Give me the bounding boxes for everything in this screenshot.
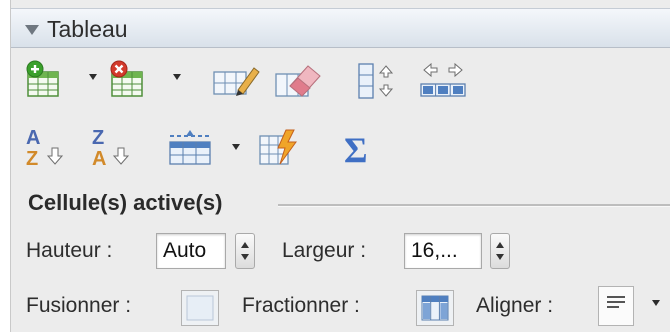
sort-ascending-icon[interactable]: A Z	[22, 124, 66, 170]
distribute-columns-icon[interactable]	[418, 60, 468, 100]
merge-cells-icon	[186, 295, 214, 321]
panel-left-edge	[0, 0, 11, 332]
active-cells-section-title: Cellule(s) active(s)	[28, 190, 223, 215]
align-label: Aligner :	[476, 294, 554, 317]
align-button[interactable]	[598, 286, 634, 326]
svg-text:Z: Z	[26, 148, 38, 170]
width-label: Largeur :	[282, 239, 367, 262]
split-cells-icon	[421, 295, 449, 321]
height-value: Auto	[163, 239, 207, 262]
table-panel: Tableau A Z Z A Σ Cellule(s) active(s) H…	[0, 0, 670, 332]
height-field[interactable]: Auto	[156, 233, 226, 269]
eraser-icon[interactable]	[272, 60, 324, 100]
repeat-header-dropdown-icon[interactable]	[232, 144, 240, 150]
sort-descending-icon[interactable]: Z A	[88, 124, 132, 170]
delete-table-icon[interactable]	[108, 60, 148, 100]
height-stepper[interactable]	[235, 233, 255, 269]
panel-title: Tableau	[47, 16, 128, 42]
align-dropdown-icon[interactable]	[652, 300, 660, 306]
align-left-icon	[607, 296, 625, 308]
delete-table-dropdown-icon[interactable]	[173, 74, 181, 80]
width-value: 16,...	[411, 239, 458, 262]
merge-label: Fusionner :	[26, 294, 132, 317]
height-label: Hauteur :	[26, 239, 113, 262]
split-cells-button[interactable]	[416, 290, 454, 326]
repeat-header-row-icon[interactable]	[166, 128, 214, 168]
merge-cells-button[interactable]	[181, 290, 219, 326]
draw-table-icon[interactable]	[210, 62, 260, 98]
split-label: Fractionner :	[242, 294, 360, 317]
collapse-triangle-icon[interactable]	[25, 25, 39, 35]
svg-text:A: A	[26, 127, 40, 149]
panel-header[interactable]: Tableau	[11, 8, 670, 48]
insert-table-dropdown-icon[interactable]	[89, 74, 97, 80]
width-field[interactable]: 16,...	[404, 233, 482, 269]
width-stepper[interactable]	[490, 233, 510, 269]
distribute-rows-icon[interactable]	[356, 62, 402, 100]
table-autoformat-icon[interactable]	[256, 128, 300, 168]
sum-icon[interactable]: Σ	[340, 126, 378, 170]
insert-table-icon[interactable]	[24, 60, 64, 100]
svg-text:Z: Z	[92, 127, 104, 149]
svg-text:A: A	[92, 148, 106, 170]
svg-text:Σ: Σ	[344, 130, 368, 170]
section-divider	[278, 204, 670, 207]
